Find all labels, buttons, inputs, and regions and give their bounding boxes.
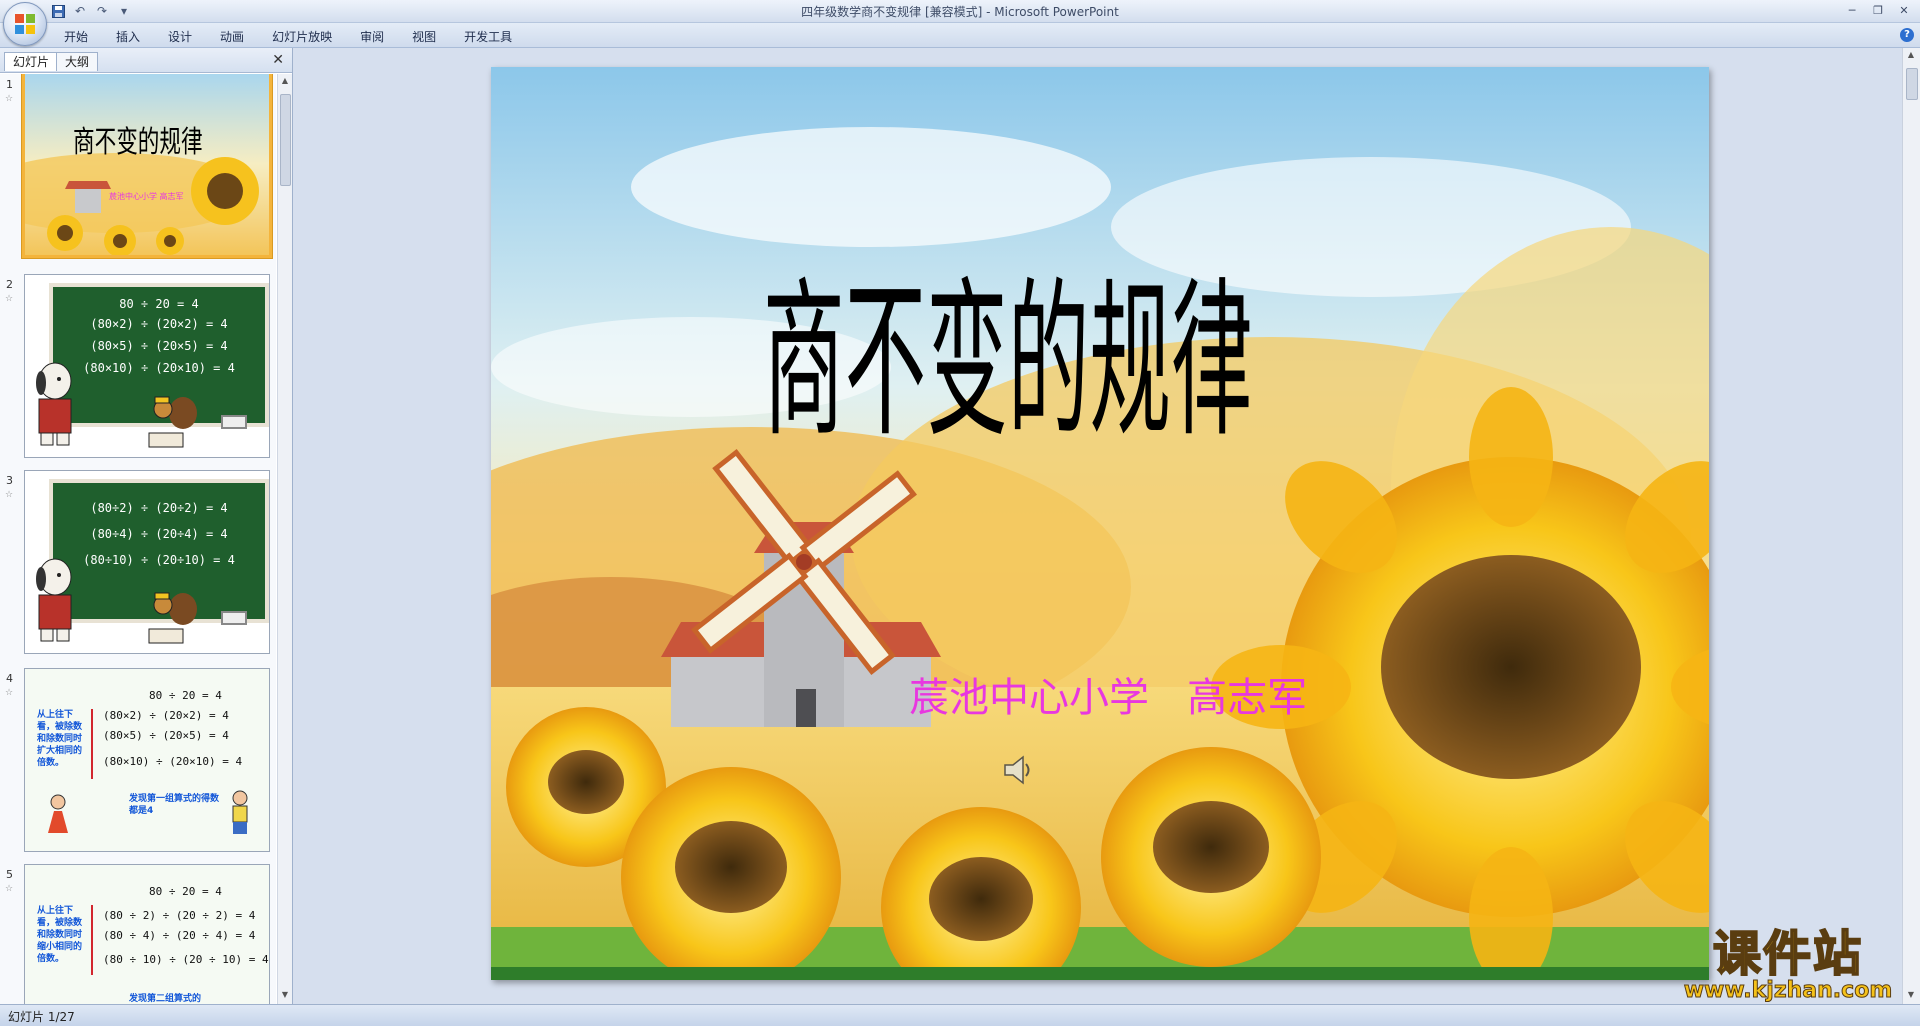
redo-icon[interactable]: ↷ <box>94 3 110 19</box>
thumb-5-line: (80 ÷ 2) ÷ (20 ÷ 2) = 4 <box>103 909 256 922</box>
restore-icon[interactable]: ❐ <box>1866 2 1890 18</box>
slide-thumbnail-1[interactable]: 商不变的规律 莀池中心小学 高志军 <box>22 74 272 258</box>
teacher-dog-icon <box>36 558 72 642</box>
thumb-number: 5 <box>6 868 13 881</box>
scroll-thumb[interactable] <box>280 94 291 186</box>
tab-home[interactable]: 开始 <box>50 27 102 46</box>
customize-toolbar-icon[interactable]: ▾ <box>116 3 132 19</box>
tab-slideshow[interactable]: 幻灯片放映 <box>258 27 346 46</box>
scroll-down-icon[interactable]: ▼ <box>280 990 290 1002</box>
tab-view[interactable]: 视图 <box>398 27 450 46</box>
thumb-1-subtitle: 莀池中心小学 高志军 <box>109 192 184 201</box>
tab-developer[interactable]: 开发工具 <box>450 27 526 46</box>
board-eraser <box>221 415 247 429</box>
tab-review[interactable]: 审阅 <box>346 27 398 46</box>
close-icon[interactable]: ✕ <box>1892 2 1916 18</box>
thumb-4-line: (80×10) ÷ (20×10) = 4 <box>103 755 243 768</box>
thumb-5-line: 80 ÷ 20 = 4 <box>149 885 222 898</box>
tab-outline[interactable]: 大纲 <box>56 52 99 71</box>
tab-animation[interactable]: 动画 <box>206 27 258 46</box>
squirrel-icon <box>148 396 197 448</box>
watermark-text: 课件站 <box>1712 926 1863 982</box>
thumb-5-line: (80 ÷ 10) ÷ (20 ÷ 10) = 4 <box>103 953 269 966</box>
slide-background-illustration <box>491 67 1709 980</box>
window-title: 四年级数学商不变规律 [兼容模式] - Microsoft PowerPoint <box>801 5 1119 19</box>
slide-counter: 幻灯片 1/27 <box>8 1010 75 1024</box>
watermark-url: www.kjzhan.com <box>1683 978 1893 1004</box>
squirrel-icon <box>148 592 197 644</box>
thumb-1-background <box>25 74 269 255</box>
ribbon: 开始 插入 设计 动画 幻灯片放映 审阅 视图 开发工具 ? <box>0 23 1920 48</box>
speaker-icon[interactable] <box>1001 753 1035 787</box>
thumb-2-line: 80 ÷ 20 = 4 <box>119 297 199 311</box>
animation-star-icon: ☆ <box>5 94 14 104</box>
tab-slides[interactable]: 幻灯片 <box>4 52 59 71</box>
pane-scrollbar[interactable]: ▲ ▼ <box>277 74 292 1004</box>
save-icon[interactable] <box>50 3 66 19</box>
slide-thumbnail-3[interactable]: (80÷2) ÷ (20÷2) = 4 (80÷4) ÷ (20÷4) = 4 … <box>24 470 270 654</box>
thumb-4-note: 从上往下看，被除数和除数同时扩大相同的倍数。 <box>37 710 83 768</box>
slide-editing-area: 商不变的规律 莀池中心小学 高志军 <box>293 48 1899 1004</box>
slide-thumbnail-pane: 幻灯片 大纲 ✕ 1 ☆ 商不变的规律 莀池中心小学 高志军 2 ☆ 80 ÷ … <box>0 48 293 1004</box>
scroll-thumb[interactable] <box>1906 68 1918 100</box>
watermark-logo: 课件站 www.kjzhan.com <box>1668 926 1908 1004</box>
slide-thumbnail-5[interactable]: 80 ÷ 20 = 4 (80 ÷ 2) ÷ (20 ÷ 2) = 4 (80 … <box>24 864 270 1004</box>
main-scrollbar[interactable]: ▲ ▼ <box>1902 48 1920 1004</box>
thumb-number: 3 <box>6 474 13 487</box>
current-slide[interactable]: 商不变的规律 莀池中心小学 高志军 <box>491 67 1709 980</box>
arrow-down-icon <box>91 905 93 975</box>
slide-title[interactable]: 商不变的规律 <box>763 277 1253 447</box>
title-bar: ↶ ↷ ▾ 四年级数学商不变规律 [兼容模式] - Microsoft Powe… <box>0 0 1920 23</box>
board-eraser <box>221 611 247 625</box>
office-button[interactable] <box>3 2 47 46</box>
thumb-number: 2 <box>6 278 13 291</box>
quick-access-toolbar: ↶ ↷ ▾ <box>50 3 132 19</box>
teacher-dog-icon <box>36 362 72 446</box>
close-icon[interactable]: ✕ <box>272 52 284 68</box>
thumb-2-line: (80×2) ÷ (20×2) = 4 <box>90 317 228 331</box>
girl-icon <box>48 794 68 833</box>
thumb-4-line: 80 ÷ 20 = 4 <box>149 689 222 702</box>
slide-thumbnail-2[interactable]: 80 ÷ 20 = 4 (80×2) ÷ (20×2) = 4 (80×5) ÷… <box>24 274 270 458</box>
thumb-3-line: (80÷2) ÷ (20÷2) = 4 <box>90 501 228 515</box>
animation-star-icon: ☆ <box>5 294 14 304</box>
minimize-icon[interactable]: ─ <box>1840 2 1864 18</box>
tab-insert[interactable]: 插入 <box>102 27 154 46</box>
slide-subtitle[interactable]: 莀池中心小学 高志军 <box>909 665 1307 723</box>
animation-star-icon: ☆ <box>5 490 14 500</box>
status-bar: 幻灯片 1/27 <box>0 1004 1920 1026</box>
undo-icon[interactable]: ↶ <box>72 3 88 19</box>
office-logo-icon <box>15 14 35 34</box>
scroll-up-icon[interactable]: ▲ <box>1906 50 1916 62</box>
boy-icon <box>232 790 248 834</box>
thumb-4-note2: 发现第一组算式的得数都是4 <box>129 794 220 816</box>
thumb-number: 1 <box>6 78 13 91</box>
slide-thumbnail-4[interactable]: 80 ÷ 20 = 4 (80×2) ÷ (20×2) = 4 (80×5) ÷… <box>24 668 270 852</box>
scroll-up-icon[interactable]: ▲ <box>280 76 290 88</box>
thumb-1-title: 商不变的规律 <box>73 125 203 160</box>
tab-design[interactable]: 设计 <box>154 27 206 46</box>
thumb-5-note: 从上往下看，被除数和除数同时缩小相同的倍数。 <box>37 906 83 964</box>
thumb-number: 4 <box>6 672 13 685</box>
thumb-4-line: (80×2) ÷ (20×2) = 4 <box>103 709 229 722</box>
animation-star-icon: ☆ <box>5 884 14 894</box>
thumb-3-line: (80÷4) ÷ (20÷4) = 4 <box>90 527 228 541</box>
thumb-5-line: (80 ÷ 4) ÷ (20 ÷ 4) = 4 <box>103 929 256 942</box>
thumb-2-line: (80×5) ÷ (20×5) = 4 <box>90 339 228 353</box>
arrow-down-icon <box>91 709 93 779</box>
thumb-4-line: (80×5) ÷ (20×5) = 4 <box>103 729 229 742</box>
thumb-5-note2: 发现第二组算式的 <box>129 994 202 1004</box>
animation-star-icon: ☆ <box>5 688 14 698</box>
help-icon[interactable]: ? <box>1900 28 1914 42</box>
